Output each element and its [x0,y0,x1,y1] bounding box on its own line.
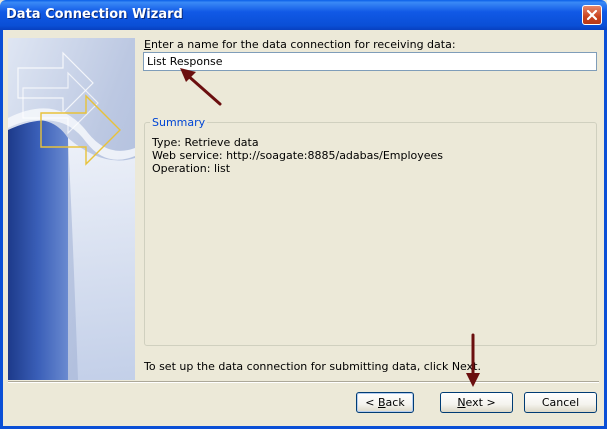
arrow-icon [466,333,480,387]
back-prefix: < [365,396,378,409]
next-key: N [457,396,466,409]
footer-hint: To set up the data connection for submit… [144,360,481,373]
close-button[interactable] [582,5,602,25]
title-bar: Data Connection Wizard [0,0,607,30]
summary-operation: Operation: list [152,162,231,175]
wizard-window: Data Connection Wizard Enter a name for … [0,0,607,429]
next-rest: ext > [465,396,496,409]
next-button[interactable]: Next > [440,392,513,413]
window-title: Data Connection Wizard [6,7,183,22]
arrow-icon [180,68,222,106]
back-key: B [378,396,386,409]
window-frame-left [0,30,3,429]
wizard-side-graphic [8,38,135,380]
back-rest: ack [385,396,405,409]
summary-web-service: Web service: http://soagate:8885/adabas/… [152,149,444,162]
footer-separator-highlight [8,382,599,383]
back-button[interactable]: < Back [356,392,414,413]
summary-legend: Summary [150,116,208,129]
summary-type: Type: Retrieve data [152,136,259,149]
cancel-button[interactable]: Cancel [524,392,597,413]
access-key-char: E [144,38,151,51]
connection-name-label: Enter a name for the data connection for… [144,38,456,51]
close-icon [586,9,598,21]
connection-name-label-text: nter a name for the data connection for … [150,38,456,51]
